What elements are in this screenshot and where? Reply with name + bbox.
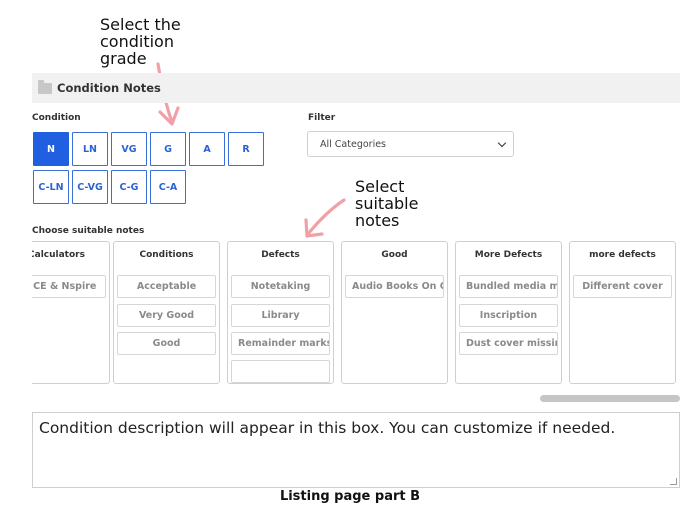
note-chip[interactable]: Very Good — [117, 304, 216, 327]
horizontal-scrollbar[interactable] — [32, 395, 680, 404]
note-chip[interactable]: Remainder marks — [231, 332, 330, 355]
notes-scroll-area[interactable]: Calculators 84 CE & Nspire Conditions Ac… — [32, 241, 680, 387]
grade-button-ln[interactable]: LN — [72, 132, 108, 166]
column-title: Defects — [261, 250, 300, 260]
column-title: More Defects — [474, 250, 543, 260]
notes-annotation: Select suitable notes — [355, 178, 465, 229]
note-chip[interactable]: 84 CE & Nspire — [32, 275, 106, 298]
filter-label: Filter — [308, 113, 336, 123]
note-chip[interactable]: Dust cover missing — [459, 332, 558, 355]
note-chip[interactable]: Acceptable — [117, 275, 216, 298]
notes-column-more-defects-2: more defects Different cover — [569, 241, 676, 384]
grade-button-c-vg[interactable]: C-VG — [72, 170, 108, 204]
annotation-line: suitable — [355, 194, 419, 213]
grade-button-a[interactable]: A — [189, 132, 225, 166]
notes-column-more-defects: More Defects Bundled media missing Inscr… — [455, 241, 562, 384]
notes-column-calculators: Calculators 84 CE & Nspire — [32, 241, 110, 384]
filter-value: All Categories — [320, 138, 387, 150]
notes-label: Choose suitable notes — [32, 226, 145, 236]
note-chip[interactable]: Bundled media missing — [459, 275, 558, 298]
note-chip[interactable]: Different cover — [573, 275, 672, 298]
annotation-line: Select the — [100, 15, 181, 34]
section-title: Condition Notes — [57, 81, 161, 95]
resize-handle-icon[interactable] — [670, 478, 677, 485]
notes-column-good: Good Audio Books On CD — [341, 241, 448, 384]
grade-button-r[interactable]: R — [228, 132, 264, 166]
column-title: Calculators — [32, 250, 85, 260]
column-title: Conditions — [139, 250, 194, 260]
section-header: Condition Notes — [32, 73, 680, 103]
column-title: Good — [381, 250, 408, 260]
folder-icon — [38, 79, 52, 94]
chevron-down-icon — [497, 138, 507, 148]
condition-description-textarea[interactable]: Condition description will appear in thi… — [32, 412, 680, 488]
caption: Listing page part B — [279, 489, 421, 504]
notes-column-conditions: Conditions Acceptable Very Good Good — [113, 241, 220, 384]
note-chip[interactable]: Library — [231, 304, 330, 327]
note-chip[interactable]: Inscription — [459, 304, 558, 327]
filter-select[interactable]: All Categories — [307, 131, 514, 157]
grade-button-vg[interactable]: VG — [111, 132, 147, 166]
column-title: more defects — [589, 250, 656, 260]
grade-button-c-a[interactable]: C-A — [150, 170, 186, 204]
note-chip[interactable]: Notetaking — [231, 275, 330, 298]
scrollbar-thumb[interactable] — [540, 395, 680, 402]
note-chip[interactable]: Good — [117, 332, 216, 355]
notes-column-defects: Defects Notetaking Library Remainder mar… — [227, 241, 334, 384]
grade-button-n[interactable]: N — [33, 132, 69, 166]
note-chip[interactable]: Audio Books On CD — [345, 275, 444, 298]
grade-button-g[interactable]: G — [150, 132, 186, 166]
condition-label: Condition — [32, 113, 81, 123]
grade-button-c-ln[interactable]: C-LN — [33, 170, 69, 204]
annotation-arrow-icon — [304, 198, 346, 238]
note-chip-empty[interactable] — [231, 360, 330, 383]
annotation-line: Select — [355, 177, 405, 196]
annotation-line: condition — [100, 32, 174, 51]
annotation-line: notes — [355, 211, 400, 230]
grade-button-c-g[interactable]: C-G — [111, 170, 147, 204]
description-text: Condition description will appear in thi… — [39, 419, 616, 437]
